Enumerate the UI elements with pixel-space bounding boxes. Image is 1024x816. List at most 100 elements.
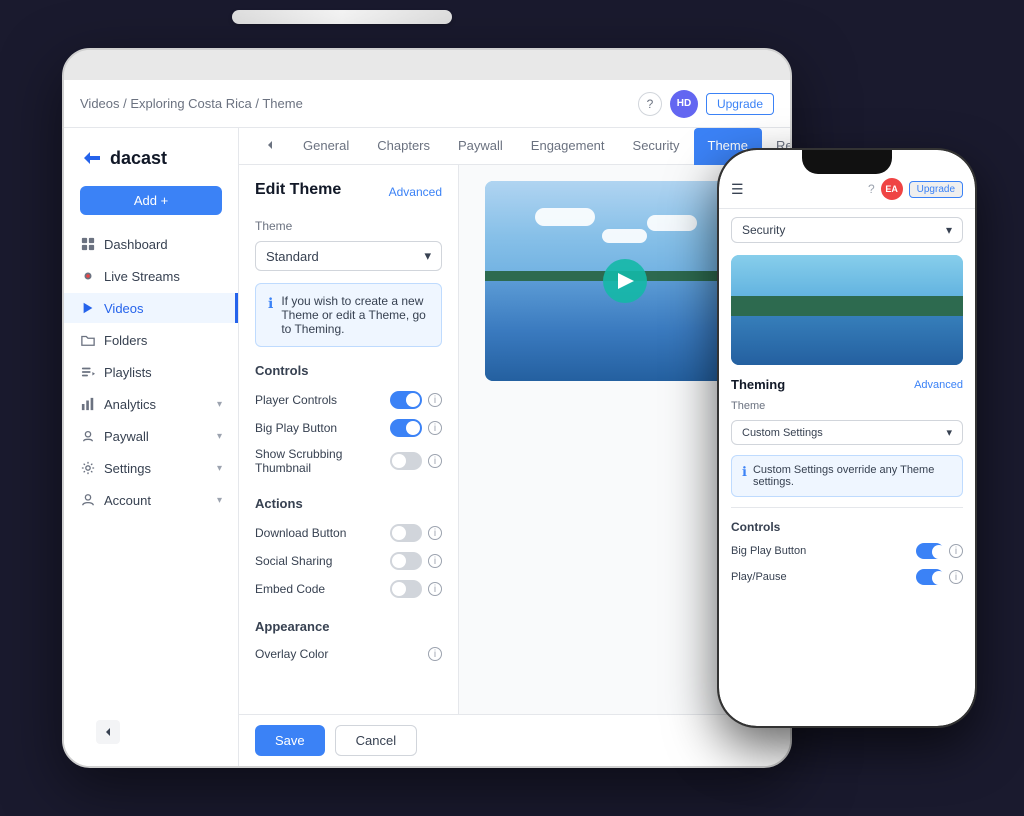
breadcrumb: Videos / Exploring Costa Rica / Theme: [80, 96, 303, 111]
info-icon: ℹ: [268, 295, 273, 312]
divider: [731, 507, 963, 508]
phone-upgrade-button[interactable]: Upgrade: [909, 181, 963, 198]
control-right: i: [428, 647, 442, 661]
control-row: Show Scrubbing Thumbnail i: [255, 442, 442, 480]
cloud: [535, 208, 595, 226]
download-toggle[interactable]: [390, 524, 422, 542]
left-panel: Edit Theme Advanced Theme Standard ▾ ℹ I…: [239, 165, 459, 714]
tablet-screen: Videos / Exploring Costa Rica / Theme ? …: [64, 80, 790, 766]
phone-section-title: Theming: [731, 377, 785, 392]
phone-security-select[interactable]: Security ▾: [731, 217, 963, 243]
info-circle[interactable]: i: [428, 421, 442, 435]
panel-header: Edit Theme Advanced: [255, 181, 442, 203]
sidebar-item-livestreams[interactable]: Live Streams: [64, 261, 238, 291]
sidebar-item-folders[interactable]: Folders: [64, 325, 238, 355]
info-circle[interactable]: i: [428, 526, 442, 540]
header-actions: ? HD Upgrade: [638, 90, 774, 118]
sidebar-item-videos[interactable]: Videos: [64, 293, 238, 323]
scrubbing-toggle[interactable]: [390, 452, 422, 470]
phone-big-play-toggle[interactable]: [916, 543, 944, 559]
add-button[interactable]: Add +: [80, 186, 222, 215]
tab-paywall[interactable]: Paywall: [444, 128, 517, 165]
info-circle[interactable]: i: [428, 582, 442, 596]
control-row: Download Button i: [255, 519, 442, 547]
control-right: i: [390, 419, 442, 437]
phone-control-row: Play/Pause i: [719, 564, 975, 590]
cloud: [602, 229, 647, 243]
info-circle[interactable]: i: [428, 647, 442, 661]
play-button[interactable]: [603, 259, 647, 303]
phone-header-right: ? EA Upgrade: [868, 178, 963, 200]
tab-chapters[interactable]: Chapters: [363, 128, 444, 165]
panel-title: Edit Theme: [255, 181, 341, 199]
tab-general[interactable]: General: [289, 128, 363, 165]
big-play-toggle[interactable]: [390, 419, 422, 437]
cancel-button[interactable]: Cancel: [335, 725, 417, 756]
phone-advanced-link[interactable]: Advanced: [914, 379, 963, 391]
phone-info-box: ℹ Custom Settings override any Theme set…: [731, 455, 963, 497]
phone-info-circle[interactable]: i: [949, 570, 963, 584]
sidebar-item-label: Videos: [104, 301, 144, 316]
control-label: Download Button: [255, 526, 346, 540]
control-label: Social Sharing: [255, 554, 332, 568]
sidebar-item-playlists[interactable]: Playlists: [64, 357, 238, 387]
theme-info-box: ℹ If you wish to create a new Theme or e…: [255, 283, 442, 347]
analytics-icon: [80, 396, 96, 412]
phone: ☰ ? EA Upgrade Security ▾ Theming: [717, 148, 977, 728]
phone-control-label: Play/Pause: [731, 571, 787, 583]
sidebar-item-paywall[interactable]: Paywall ▾: [64, 421, 238, 451]
sidebar-item-label: Folders: [104, 333, 147, 348]
sidebar-item-label: Paywall: [104, 429, 149, 444]
user-avatar: HD: [670, 90, 698, 118]
video-icon: [80, 300, 96, 316]
chevron-down-icon: ▾: [217, 431, 222, 442]
control-label: Overlay Color: [255, 647, 328, 661]
livestream-icon: [80, 268, 96, 284]
dashboard-icon: [80, 236, 96, 252]
advanced-link[interactable]: Advanced: [389, 185, 442, 199]
back-button[interactable]: [96, 720, 120, 744]
appearance-heading: Appearance: [255, 619, 442, 634]
phone-playpause-toggle[interactable]: [916, 569, 944, 585]
appearance-section: Overlay Color i: [255, 642, 442, 666]
info-circle[interactable]: i: [428, 393, 442, 407]
sidebar-item-label: Account: [104, 493, 151, 508]
sidebar-item-label: Settings: [104, 461, 151, 476]
phone-theming-header: Theming Advanced: [719, 369, 975, 396]
tab-back[interactable]: [251, 128, 289, 165]
info-circle[interactable]: i: [428, 454, 442, 468]
upgrade-button[interactable]: Upgrade: [706, 93, 774, 115]
tablet: Videos / Exploring Costa Rica / Theme ? …: [62, 48, 792, 768]
tab-engagement[interactable]: Engagement: [517, 128, 619, 165]
hamburger-icon[interactable]: ☰: [731, 181, 744, 198]
info-circle[interactable]: i: [428, 554, 442, 568]
footer-bar: Save Cancel: [239, 714, 790, 766]
control-right: i: [390, 452, 442, 470]
social-sharing-toggle[interactable]: [390, 552, 422, 570]
actions-section: Download Button i Social Sharing: [255, 519, 442, 603]
embed-code-toggle[interactable]: [390, 580, 422, 598]
sidebar-item-account[interactable]: Account ▾: [64, 485, 238, 515]
chevron-down-icon: ▾: [946, 426, 952, 439]
chevron-down-icon: ▾: [946, 223, 952, 237]
theme-label: Theme: [255, 219, 442, 233]
sidebar-item-dashboard[interactable]: Dashboard: [64, 229, 238, 259]
sidebar-item-analytics[interactable]: Analytics ▾: [64, 389, 238, 419]
phone-help-button[interactable]: ?: [868, 182, 875, 196]
player-controls-toggle[interactable]: [390, 391, 422, 409]
tab-security[interactable]: Security: [619, 128, 694, 165]
playlist-icon: [80, 364, 96, 380]
theme-select[interactable]: Standard ▾: [255, 241, 442, 271]
main-layout: dacast Add + Dashboard Live: [64, 128, 790, 766]
chevron-down-icon: ▾: [217, 495, 222, 506]
phone-info-circle[interactable]: i: [949, 544, 963, 558]
phone-control-right: i: [916, 569, 963, 585]
save-button[interactable]: Save: [255, 725, 325, 756]
control-row: Overlay Color i: [255, 642, 442, 666]
chevron-down-icon: ▾: [217, 463, 222, 474]
help-button[interactable]: ?: [638, 92, 662, 116]
phone-theme-select[interactable]: Custom Settings ▾: [731, 420, 963, 445]
play-triangle: [618, 273, 634, 289]
sidebar-item-settings[interactable]: Settings ▾: [64, 453, 238, 483]
logo: dacast: [64, 140, 238, 184]
